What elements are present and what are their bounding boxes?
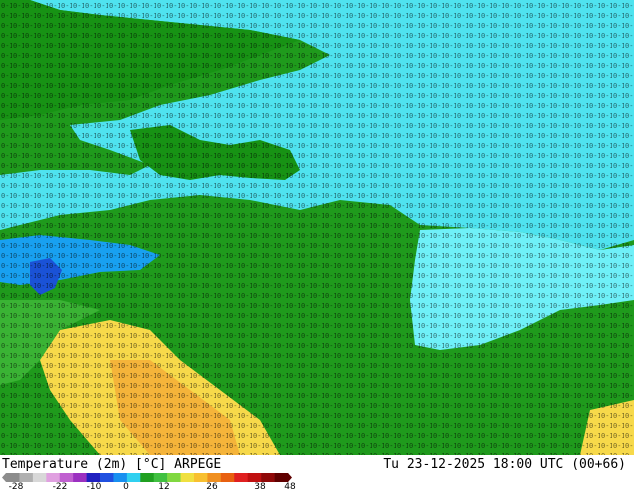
colorbar-segment <box>261 473 275 482</box>
colorbar-segment <box>193 473 208 482</box>
colorbar-segment <box>126 473 141 482</box>
colorbar-tick-label: 48 <box>284 482 296 492</box>
value-labels-overlay <box>0 0 634 455</box>
colorbar-segment <box>180 473 195 482</box>
colorbar-segment <box>86 473 101 482</box>
colorbar-segment <box>274 473 289 482</box>
colorbar-segment <box>32 473 47 482</box>
colorbar-tick-label: 38 <box>254 482 266 492</box>
colorbar-segment <box>207 473 222 482</box>
colorbar-segment <box>153 473 168 482</box>
colorbar-segment <box>247 473 262 482</box>
colorbar-arrow-right <box>287 473 292 482</box>
colorbar-segment <box>19 473 34 482</box>
colorbar-segment <box>73 473 87 482</box>
colorbar-segment <box>220 473 235 482</box>
colorbar-tick-label: 12 <box>158 482 170 492</box>
colorbar-tick-label: 26 <box>206 482 218 492</box>
product-title: Temperature (2m) [°C] ARPEGE <box>2 457 222 472</box>
colorbar-segment <box>46 473 61 482</box>
colorbar-segment <box>59 473 74 482</box>
colorbar-segment <box>6 473 20 482</box>
colorbar-tick-label: -28 <box>8 482 24 492</box>
temperature-map: 0-1 <box>0 0 634 455</box>
colorbar-segment <box>234 473 248 482</box>
colorbar-tick-label: -10 <box>86 482 102 492</box>
valid-time: Tu 23-12-2025 18:00 UTC (00+66) <box>383 457 626 472</box>
colorbar-segment <box>100 473 114 482</box>
colorbar-segment <box>140 473 155 482</box>
colorbar-tick-label: 0 <box>123 482 129 492</box>
colorbar-arrow-left <box>2 473 7 482</box>
colorbar-tick-label: -22 <box>52 482 68 492</box>
map-footer: Temperature (2m) [°C] ARPEGE Tu 23-12-20… <box>0 455 634 492</box>
colorbar <box>2 473 292 482</box>
colorbar-segment <box>113 473 128 482</box>
colorbar-segment <box>167 473 181 482</box>
